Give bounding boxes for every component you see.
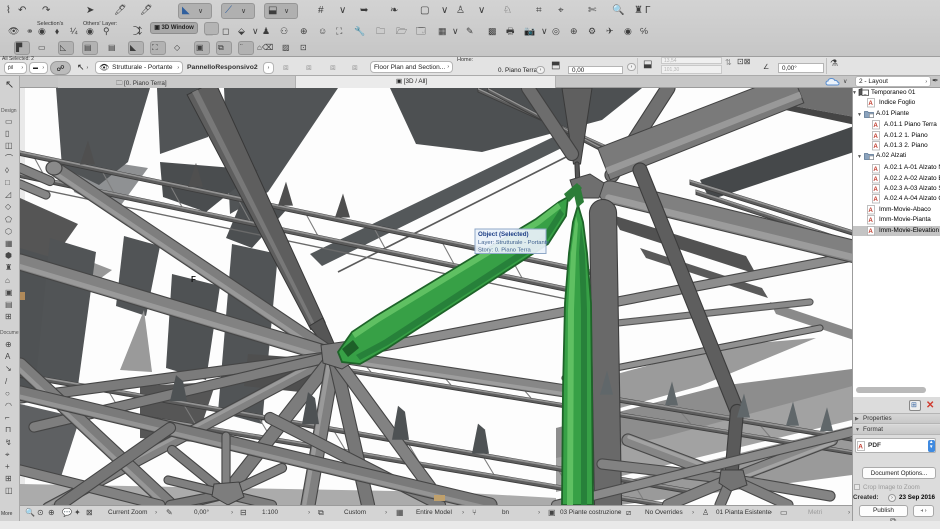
svg-text:A: A xyxy=(873,176,878,183)
svg-text:A: A xyxy=(868,207,873,214)
svg-text:F: F xyxy=(191,275,196,284)
svg-text:A: A xyxy=(873,143,878,150)
svg-text:A: A xyxy=(873,133,878,140)
svg-text:A: A xyxy=(873,122,878,129)
svg-text:Layer: Strutturale - Portante: Layer: Strutturale - Portante xyxy=(478,240,550,246)
svg-text:Story: 0. Piano Terra: Story: 0. Piano Terra xyxy=(478,248,532,254)
svg-text:Object (Selected): Object (Selected) xyxy=(478,231,529,238)
svg-text:A: A xyxy=(873,186,878,193)
svg-text:A: A xyxy=(873,166,878,173)
svg-text:A: A xyxy=(858,443,863,450)
svg-text:A: A xyxy=(873,196,878,203)
svg-text:A: A xyxy=(868,217,873,224)
svg-text:A: A xyxy=(868,228,873,235)
svg-text:A: A xyxy=(868,100,873,107)
